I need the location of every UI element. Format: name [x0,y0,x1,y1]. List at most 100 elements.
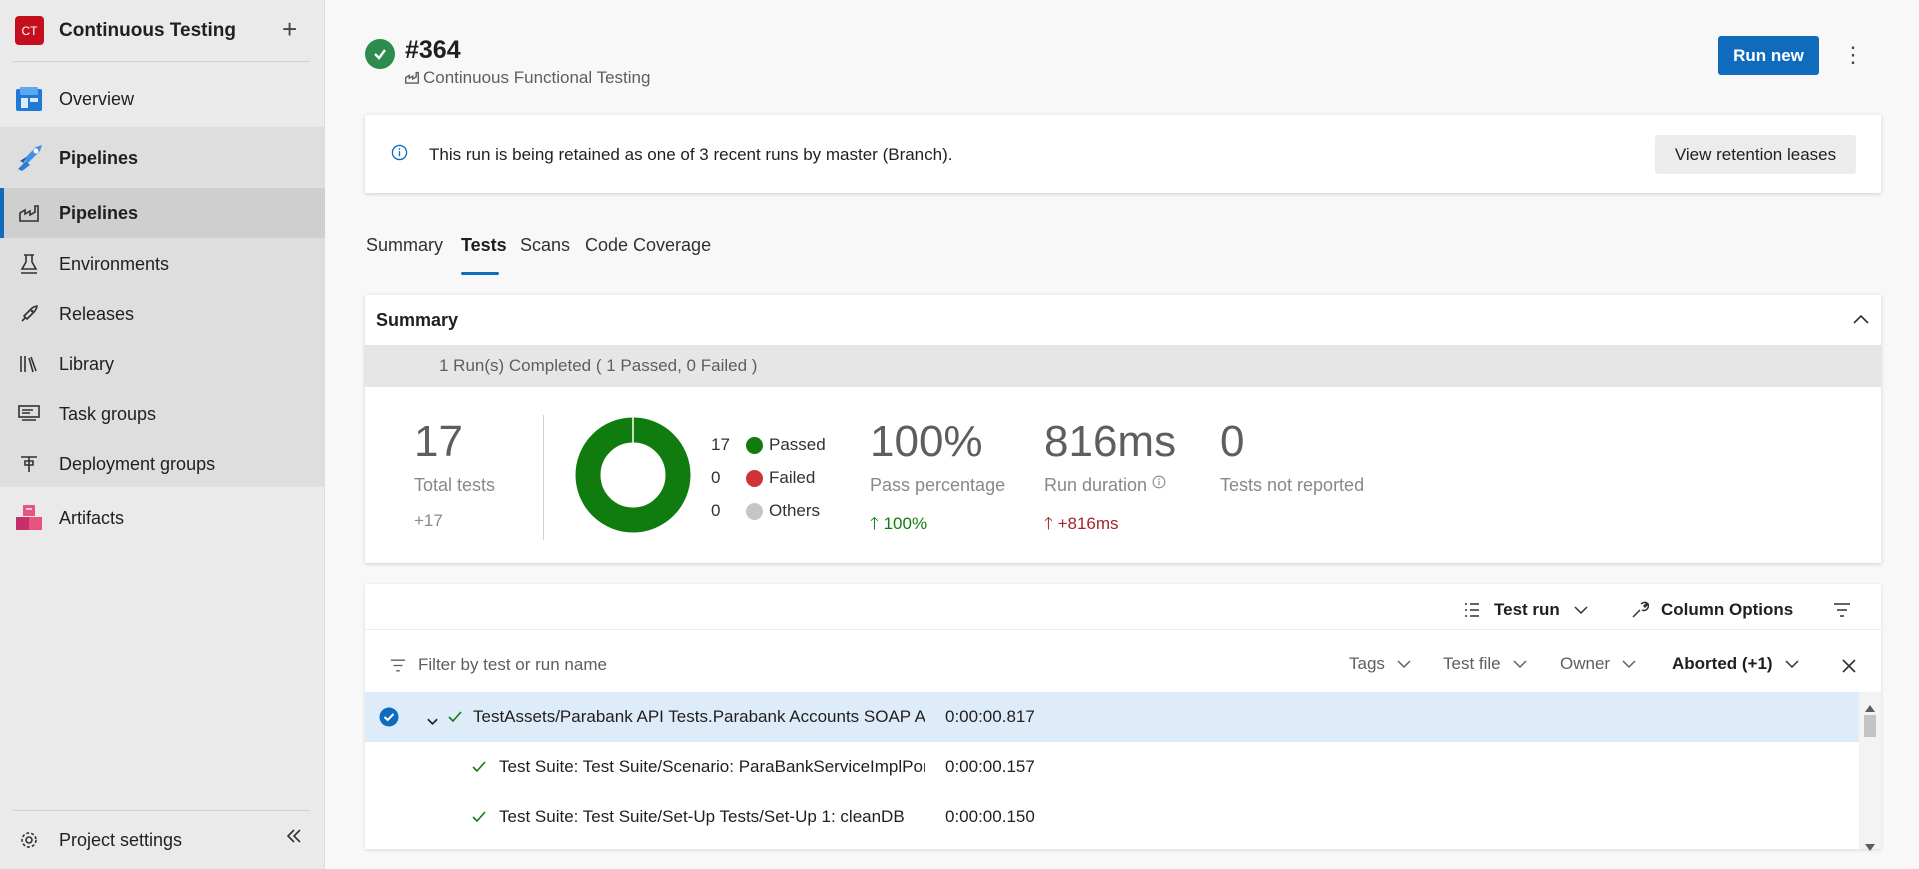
nav-label: Releases [59,303,135,324]
chevron-down-icon [1622,659,1636,668]
chevron-up-icon[interactable] [1853,309,1869,329]
summary-title: Summary [376,310,459,330]
pipeline-name[interactable]: Continuous Functional Testing [423,68,650,87]
test-duration: 0:00:00.157 [945,757,1035,776]
test-duration: 0:00:00.150 [945,807,1035,826]
nav-item-environments[interactable]: Environments [0,239,325,289]
close-icon[interactable] [1842,658,1856,678]
project-avatar[interactable]: CT [15,16,44,45]
test-file-label: Test file [1443,654,1501,673]
pass-percentage-delta-value: 100% [883,514,928,533]
nav-item-project-settings[interactable]: Project settings [0,815,325,865]
project-header: CT Continuous Testing + [0,0,325,62]
list-icon [1465,603,1479,617]
nav-group-pipelines[interactable]: Pipelines [0,133,325,183]
scrollbar-thumb[interactable] [1864,715,1876,737]
not-reported-value: 0 [1220,417,1245,466]
nav-label: Environments [59,253,170,274]
environments-icon [14,249,44,279]
gear-icon [14,825,44,855]
filter-icon [390,657,406,677]
nav-label: Library [59,353,115,374]
nav-item-task-groups[interactable]: Task groups [0,389,325,439]
divider [543,415,544,540]
success-icon [365,39,395,69]
filter-bar: Tags Test file Owner Aborted (+1) [365,646,1881,684]
chevron-down-icon [1785,659,1799,668]
tab-tests[interactable]: Tests [461,235,507,256]
run-duration-delta-value: +816ms [1057,514,1119,533]
filter-icon[interactable] [1833,596,1851,624]
nav-label: Pipelines [59,202,139,223]
total-tests-delta: +17 [414,511,443,530]
test-run-label: Test run [1494,600,1560,619]
nav-label: Task groups [59,403,157,424]
chevron-down-icon[interactable] [427,711,438,731]
scroll-up-icon[interactable] [1865,697,1875,717]
total-tests-value: 17 [414,417,463,466]
nav-item-overview[interactable]: Overview [0,74,325,124]
tab-summary[interactable]: Summary [366,235,443,256]
test-file-filter-dropdown[interactable]: Test file [1443,654,1527,674]
selected-check-icon[interactable] [379,707,399,732]
nav-item-library[interactable]: Library [0,339,325,389]
more-options-icon[interactable]: ⋮ [1842,42,1864,68]
passed-count: 17 [711,435,730,454]
test-run-grouping-dropdown[interactable]: Test run [1464,596,1588,624]
column-options-button[interactable]: Column Options [1631,596,1793,624]
add-icon[interactable]: + [282,14,297,45]
passed-check-icon [448,708,462,728]
passed-check-icon [472,808,486,828]
outcome-filter-dropdown[interactable]: Aborted (+1) [1672,654,1799,674]
tab-scans[interactable]: Scans [520,235,570,256]
failed-dot [746,470,763,487]
table-row[interactable]: Test Suite: Test Suite/Scenario: ParaBan… [365,742,1859,792]
test-name: Test Suite: Test Suite/Set-Up Tests/Set-… [499,807,905,826]
owner-label: Owner [1560,654,1611,673]
pipeline-link[interactable]: Continuous Functional Testing [405,68,650,88]
view-retention-leases-button[interactable]: View retention leases [1655,135,1856,174]
tab-code-coverage[interactable]: Code Coverage [585,235,711,256]
nav-label: Pipelines [59,147,139,168]
table-row[interactable]: Test Suite: Test Suite/Set-Up Tests/Set-… [365,792,1859,842]
nav-item-pipelines[interactable]: Pipelines [0,188,325,238]
test-results-card: Test run Column Options Tags Test file O… [365,584,1881,851]
chevron-down-icon [1397,659,1411,668]
nav-label: Artifacts [59,507,125,528]
owner-filter-dropdown[interactable]: Owner [1560,654,1636,674]
others-label: Others [769,501,821,520]
vertical-scrollbar[interactable] [1859,692,1881,851]
nav-item-releases[interactable]: Releases [0,289,325,339]
test-name: TestAssets/Parabank API Tests.Parabank A… [473,707,925,726]
tags-label: Tags [1349,654,1385,673]
chevron-down-icon [1574,605,1588,614]
collapse-icon[interactable] [285,828,303,849]
library-icon [14,349,44,379]
divider [365,629,1881,630]
filter-input[interactable] [418,646,1058,684]
task-groups-icon [14,399,44,429]
divider [13,810,310,811]
table-row[interactable]: TestAssets/Parabank API Tests.Parabank A… [365,692,1859,742]
passed-label: Passed [769,435,826,454]
not-reported-label: Tests not reported [1220,475,1365,495]
tags-filter-dropdown[interactable]: Tags [1349,654,1411,674]
nav-item-artifacts[interactable]: Artifacts [0,493,325,543]
chevron-down-icon [1513,659,1527,668]
sidebar: CT Continuous Testing + Overview Pipelin… [0,0,325,869]
total-tests-label: Total tests [414,475,496,495]
nav-item-deployment-groups[interactable]: Deployment groups [0,439,325,489]
scroll-down-icon[interactable] [1865,836,1875,856]
active-tab-indicator [461,272,499,275]
nav-label: Project settings [59,829,183,850]
project-name[interactable]: Continuous Testing [59,20,236,42]
deployment-groups-icon [14,449,44,479]
info-icon[interactable] [1152,475,1166,495]
others-dot [746,503,763,520]
run-duration-value: 816ms [1044,417,1177,466]
artifacts-icon [14,503,44,533]
pass-percentage-label: Pass percentage [870,475,1006,495]
pipelines-icon [14,198,44,228]
failed-label: Failed [769,468,816,487]
run-new-button[interactable]: Run new [1718,36,1819,75]
